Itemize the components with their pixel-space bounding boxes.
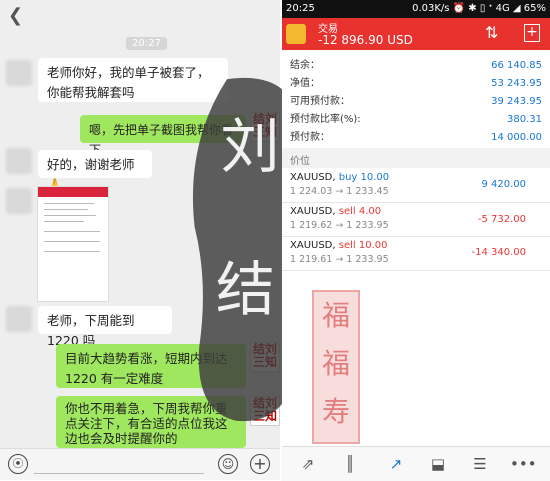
position-pnl: -5 732.00	[477, 214, 526, 225]
status-bar: 20:25 0.03K/s ⏰ ✱ ▯ ᐩ 4G ◢ 65%	[282, 0, 550, 18]
account-label: 结余：	[290, 60, 320, 71]
account-value: 53 243.95	[491, 78, 542, 89]
position-row[interactable]: XAUUSD, sell 10.00 1 219.61 → 1 233.95 -…	[282, 238, 550, 268]
position-symbol: XAUUSD,	[290, 206, 336, 217]
plus-icon[interactable]: +	[250, 454, 270, 474]
add-order-icon[interactable]: +	[524, 24, 540, 42]
contact-avatar[interactable]	[6, 148, 32, 174]
divider	[282, 270, 550, 271]
contact-avatar[interactable]	[6, 306, 32, 332]
voice-icon[interactable]: ⦿	[8, 454, 28, 474]
account-label: 预付款比率(%):	[290, 114, 361, 125]
position-side: sell 10.00	[338, 240, 388, 251]
chat-input-bar: ⦿ ☺ +	[0, 448, 280, 480]
position-symbol: XAUUSD,	[290, 240, 336, 251]
account-row: 预付款： 14 000.00	[282, 130, 550, 145]
divider	[282, 236, 550, 237]
history-icon[interactable]: ⬓	[428, 455, 448, 473]
account-value: 14 000.00	[491, 132, 542, 143]
account-value: 380.31	[507, 114, 542, 125]
seal-watermark: 福 福 寿	[312, 290, 360, 444]
trading-panel: 20:25 0.03K/s ⏰ ✱ ▯ ᐩ 4G ◢ 65% 交易 -12 89…	[282, 0, 550, 481]
chart-icon[interactable]: ║	[340, 455, 360, 473]
chat-icon[interactable]: •••	[510, 455, 537, 473]
divider	[282, 202, 550, 203]
position-side: buy 10.00	[338, 172, 390, 183]
account-value: 66 140.85	[491, 60, 542, 71]
screenshot-thumbnail[interactable]	[37, 186, 109, 302]
account-row: 结余： 66 140.85	[282, 58, 550, 73]
message-bubble: 好的，谢谢老师🙏	[38, 150, 152, 192]
header-balance: -12 896.90 USD	[318, 33, 413, 47]
position-prices: 1 219.61 → 1 233.95	[290, 254, 389, 265]
trade-header: 交易 -12 896.90 USD ⇅ +	[282, 18, 550, 50]
status-time: 20:25	[286, 3, 315, 14]
back-icon[interactable]: ❮	[8, 6, 23, 26]
watermark-text: 结	[216, 255, 275, 324]
sort-icon[interactable]: ⇅	[485, 23, 498, 42]
watermark-text: 刘	[220, 112, 279, 181]
position-row[interactable]: XAUUSD, buy 10.00 1 224.03 → 1 233.45 9 …	[282, 170, 550, 200]
message-bubble: 老师，下周能到1220 吗	[38, 306, 172, 348]
time-badge: 20:27	[126, 37, 167, 50]
app-logo[interactable]	[286, 24, 306, 44]
quotes-icon[interactable]: ⇗	[298, 455, 318, 473]
chat-topbar	[0, 0, 280, 34]
positions-header: 价位	[290, 156, 310, 167]
account-label: 预付款：	[290, 132, 330, 143]
account-label: 净值：	[290, 78, 320, 89]
account-value: 39 243.95	[491, 96, 542, 107]
position-side: sell 4.00	[338, 206, 382, 217]
account-row: 净值： 53 243.95	[282, 76, 550, 91]
position-prices: 1 219.62 → 1 233.95	[290, 220, 389, 231]
status-indicators: 0.03K/s ⏰ ✱ ▯ ᐩ 4G ◢ 65%	[412, 3, 546, 14]
news-icon[interactable]: ☰	[470, 455, 490, 473]
position-row[interactable]: XAUUSD, sell 4.00 1 219.62 → 1 233.95 -5…	[282, 204, 550, 234]
trade-icon[interactable]: ↗	[386, 455, 406, 473]
positions-header-band: 价位	[282, 148, 550, 168]
emoji-icon[interactable]: ☺	[218, 454, 238, 474]
account-label: 可用预付款：	[290, 96, 350, 107]
position-pnl: -14 340.00	[471, 247, 526, 258]
text-input[interactable]	[34, 473, 204, 474]
account-row: 可用预付款： 39 243.95	[282, 94, 550, 109]
position-symbol: XAUUSD,	[290, 172, 336, 183]
account-row: 预付款比率(%): 380.31	[282, 112, 550, 127]
bottom-nav: ⇗ ║ ↗ ⬓ ☰ •••	[282, 446, 550, 481]
contact-avatar[interactable]	[6, 188, 32, 214]
position-prices: 1 224.03 → 1 233.45	[290, 186, 389, 197]
contact-avatar[interactable]	[6, 60, 32, 86]
position-pnl: 9 420.00	[481, 179, 526, 190]
